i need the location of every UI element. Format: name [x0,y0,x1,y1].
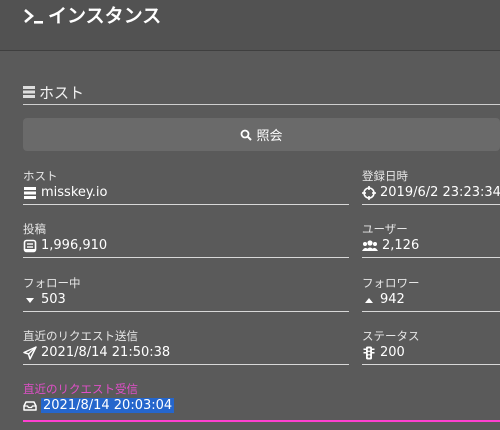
field-status-value: 200 [380,345,405,360]
field-followers-label: フォロワー [362,276,420,290]
divider [23,104,500,105]
lookup-button-label: 照会 [256,129,283,144]
note-icon [23,239,37,252]
field-users-label: ユーザー [362,222,408,236]
caret-up-icon [365,297,373,303]
field-latest-sent-label: 直近のリクエスト送信 [23,329,138,343]
users-icon [362,239,378,251]
field-notes-label: 投稿 [23,222,46,236]
page-title: インスタンス [48,5,162,27]
globe-icon [24,186,36,199]
field-underline [23,204,349,205]
field-following-label: フォロー中 [23,276,81,290]
field-status-label: ステータス [362,329,420,343]
field-underline-focused [23,420,500,422]
field-followers-value: 942 [380,292,405,307]
field-latest-received-value[interactable]: 2021/8/14 20:03:04 [41,398,175,413]
crosshairs-icon [362,185,376,200]
page-header: インスタンス [0,0,500,51]
section-title-label: ホスト [39,83,85,102]
field-underline [362,311,500,312]
search-icon [241,129,253,141]
field-underline [23,311,349,312]
field-latest-sent-value: 2021/8/14 21:50:38 [41,345,171,360]
field-host-value: misskey.io [41,185,108,200]
field-underline [362,257,500,258]
caret-down-icon [26,297,34,303]
inbox-icon [23,400,37,411]
paper-plane-icon [23,345,37,360]
lookup-button[interactable]: 照会 [23,118,500,151]
field-underline [362,364,500,365]
field-following-value: 503 [41,292,66,307]
server-icon [23,86,35,98]
traffic-light-icon [363,346,375,359]
field-latest-received-label: 直近のリクエスト受信 [23,382,138,396]
terminal-icon [24,9,43,24]
field-underline [23,364,349,365]
field-underline [23,257,349,258]
field-registered-label: 登録日時 [362,169,408,183]
field-notes-value: 1,996,910 [41,238,108,253]
section-title: ホスト [23,82,84,102]
field-host-label: ホスト [23,169,58,183]
field-underline [362,204,500,205]
field-users-value: 2,126 [382,238,420,253]
field-registered-value: 2019/6/2 23:23:34 [380,185,500,200]
